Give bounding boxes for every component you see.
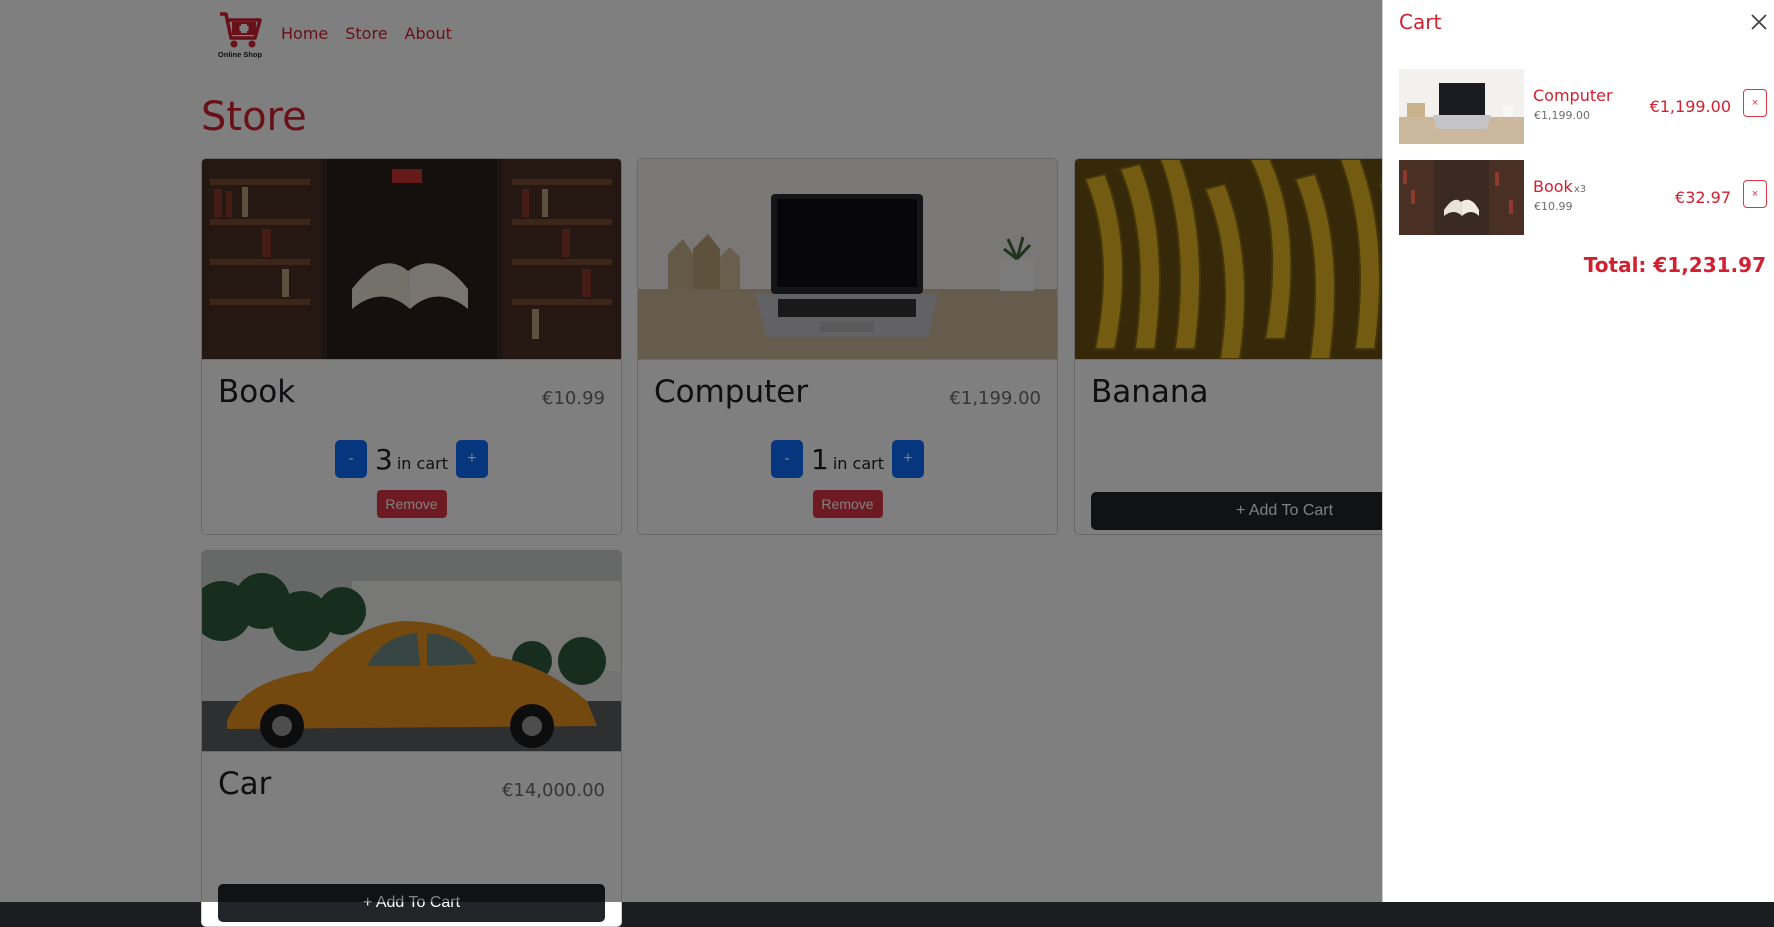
cart-item-remove-button[interactable]: × bbox=[1743, 89, 1767, 117]
cart-item-name: Book bbox=[1533, 177, 1573, 196]
cart-item-unit-price: €1,199.00 bbox=[1534, 109, 1590, 122]
cart-item-image-book bbox=[1399, 160, 1524, 235]
cart-item-name: Computer bbox=[1533, 86, 1613, 105]
cart-item-total: €32.97 bbox=[1675, 188, 1731, 207]
cart-item-image-computer bbox=[1399, 69, 1524, 144]
cart-item: Computer €1,199.00 €1,199.00 × bbox=[1399, 69, 1767, 145]
cart-panel: Cart Computer €1,199.00 €1,199.00 × Book… bbox=[1382, 0, 1774, 902]
cart-item-quantity: x3 bbox=[1573, 184, 1587, 195]
cart-item: Bookx3 €10.99 €32.97 × bbox=[1399, 160, 1767, 236]
cart-item-total: €1,199.00 bbox=[1649, 97, 1731, 116]
cart-title: Cart bbox=[1399, 10, 1442, 34]
cart-item-remove-button[interactable]: × bbox=[1743, 180, 1767, 208]
offcanvas-backdrop[interactable] bbox=[0, 0, 1382, 902]
close-icon[interactable] bbox=[1747, 10, 1771, 34]
cart-total: Total: €1,231.97 bbox=[1583, 253, 1766, 277]
cart-item-unit-price: €10.99 bbox=[1534, 200, 1573, 213]
